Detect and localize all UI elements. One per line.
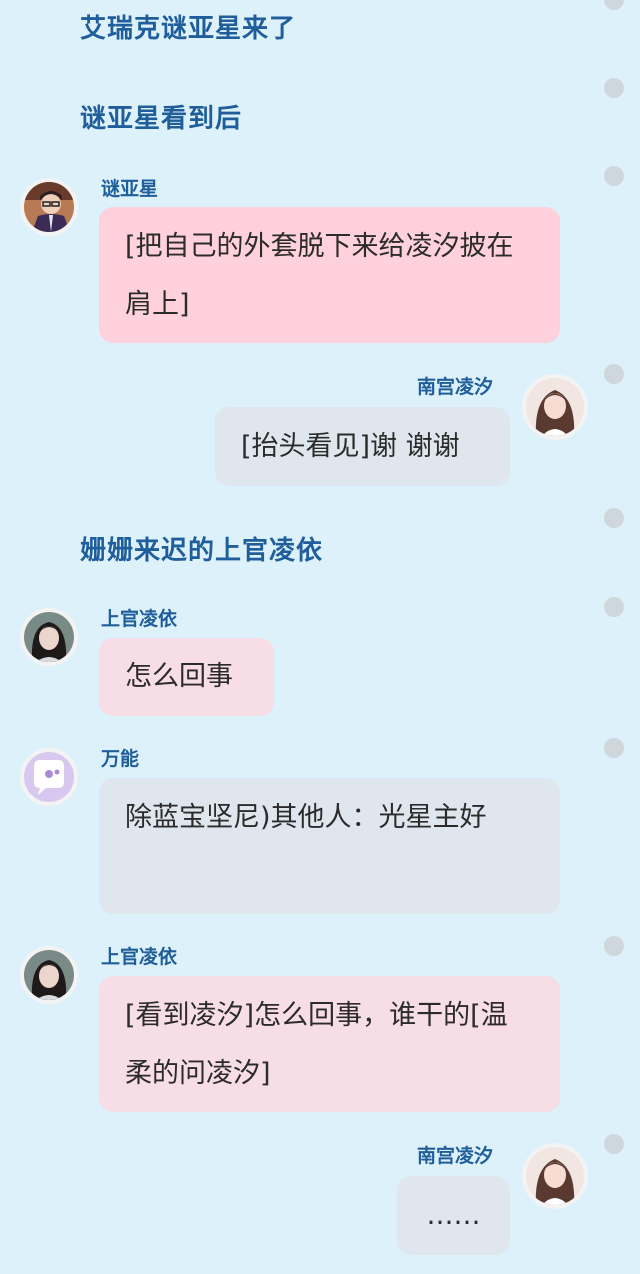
boy-avatar-icon <box>24 182 74 232</box>
message-text: [看到凌汐]怎么回事，谁干的[温柔的问凌汐] <box>125 1000 508 1089</box>
avatar[interactable] <box>20 748 78 806</box>
scroll-dot <box>604 364 624 384</box>
girl2-avatar-icon <box>24 950 74 1000</box>
sender-name: 南宫凌汐 <box>417 376 494 398</box>
avatar[interactable] <box>20 178 78 236</box>
scroll-dot <box>604 508 624 528</box>
sender-name: 南宫凌汐 <box>417 1145 494 1167</box>
sender-name: 谜亚星 <box>101 178 159 200</box>
scroll-dot <box>604 597 624 617</box>
scroll-dot <box>604 0 624 10</box>
message-text: 怎么回事 <box>125 661 233 692</box>
message-text: [把自己的外套脱下来给凌汐披在肩上] <box>125 231 514 320</box>
girl2-avatar-icon <box>24 612 74 662</box>
scroll-dot <box>604 1134 624 1154</box>
girl-avatar-icon <box>526 378 584 436</box>
avatar[interactable] <box>20 608 78 666</box>
narration-text: 艾瑞克谜亚星来了 <box>80 14 297 44</box>
avatar[interactable] <box>522 1143 588 1209</box>
message-bubble: [把自己的外套脱下来给凌汐披在肩上] <box>99 207 560 343</box>
message-bubble: [抬头看见]谢 谢谢 <box>215 407 510 486</box>
message-bubble: [看到凌汐]怎么回事，谁干的[温柔的问凌汐] <box>99 976 560 1112</box>
avatar[interactable] <box>522 374 588 440</box>
avatar[interactable] <box>20 946 78 1004</box>
sender-name: 上官凌依 <box>101 946 178 968</box>
scroll-dot <box>604 78 624 98</box>
message-text: …… <box>426 1200 481 1231</box>
scroll-dot <box>604 738 624 758</box>
scroll-dot <box>604 936 624 956</box>
narration-text: 姗姗来迟的上官凌依 <box>80 536 324 566</box>
message-bubble: 怎么回事 <box>99 638 274 716</box>
sender-name: 万能 <box>101 748 140 770</box>
message-text: 除蓝宝坚尼)其他人：光星主好 <box>125 802 487 833</box>
scroll-dot <box>604 166 624 186</box>
chat-bubble-avatar-icon <box>24 752 74 802</box>
message-text: [抬头看见]谢 谢谢 <box>241 431 460 462</box>
girl-avatar-icon <box>526 1147 584 1205</box>
chat-story-page: 艾瑞克谜亚星来了 谜亚星看到后 谜亚星 [把自己的外套脱下来给凌汐披在肩上] 南… <box>0 0 640 1274</box>
message-bubble: 除蓝宝坚尼)其他人：光星主好 <box>99 778 560 914</box>
narration-text: 谜亚星看到后 <box>80 104 243 134</box>
message-bubble: …… <box>397 1176 510 1255</box>
sender-name: 上官凌依 <box>101 608 178 630</box>
